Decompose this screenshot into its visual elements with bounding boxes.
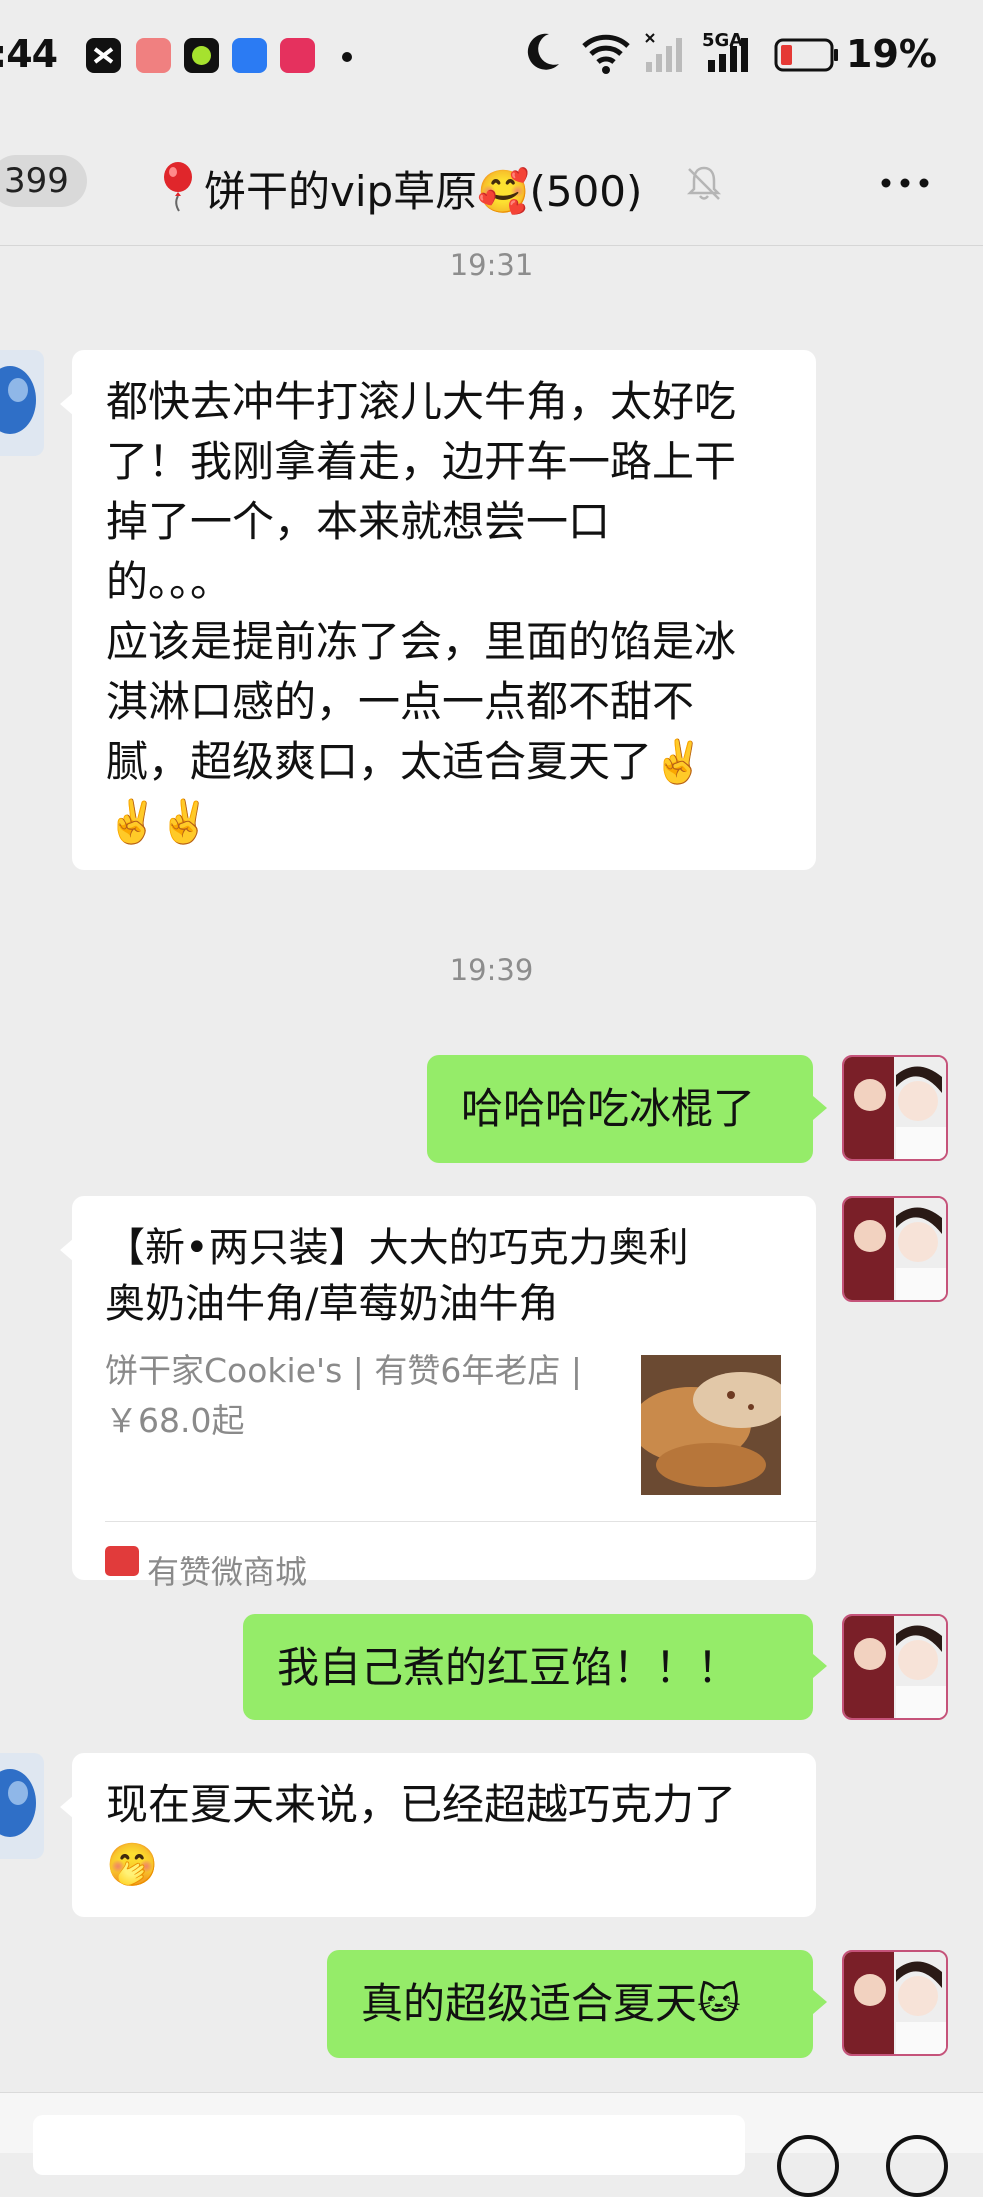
timestamp: 19:39 xyxy=(449,953,534,987)
card-divider xyxy=(105,1521,817,1522)
status-bar: :44 5GA 19% xyxy=(0,0,983,115)
bubble-tail xyxy=(813,1096,827,1120)
more-notifications-icon xyxy=(342,52,352,62)
message-line: 了！我刚拿着走，边开车一路上干 xyxy=(106,437,737,486)
my-avatar[interactable] xyxy=(842,1614,948,1720)
product-meta: 饼干家Cookie's | 有赞6年老店 | ￥68.0起 xyxy=(105,1346,605,1446)
signal-2-icon xyxy=(708,38,748,72)
message-line: 腻，超级爽口，太适合夏天了✌️ xyxy=(106,737,705,786)
back-unread-count[interactable]: 399 xyxy=(0,155,87,207)
signal-1-icon xyxy=(645,33,682,72)
red-app-icon xyxy=(280,38,315,73)
wifi-icon xyxy=(582,34,630,74)
product-title-line: 奥奶油牛角/草莓奶油牛角 xyxy=(105,1281,559,1327)
product-title: 【新•两只装】大大的巧克力奥利 奥奶油牛角/草莓奶油牛角 xyxy=(105,1220,785,1332)
my-avatar[interactable] xyxy=(842,1055,948,1161)
my-avatar[interactable] xyxy=(842,1196,948,1302)
sender-avatar[interactable] xyxy=(0,1753,44,1859)
blue-app-icon xyxy=(232,38,267,73)
message-line: 掉了一个，本来就想尝一口 xyxy=(106,497,611,546)
moon-icon xyxy=(527,33,559,70)
product-thumbnail xyxy=(641,1355,781,1495)
timestamp: 19:31 xyxy=(449,248,534,282)
bubble-tail xyxy=(813,1654,827,1678)
plus-button[interactable] xyxy=(886,2135,948,2197)
battery-percentage: 19% xyxy=(846,32,937,76)
chat-header: 399 饼干的vip草原🥰(500) xyxy=(0,115,983,246)
mute-bell-icon xyxy=(686,166,722,200)
bubble-tail xyxy=(60,1238,74,1262)
message-line: 的。。。 xyxy=(106,557,233,606)
group-title-text: 饼干的vip草原🥰(500) xyxy=(204,167,643,216)
message-input[interactable] xyxy=(33,2115,745,2175)
message-text: 我自己煮的红豆馅！！！ xyxy=(277,1643,740,1692)
message-line: 都快去冲牛打滚儿大牛角，太好吃 xyxy=(106,377,737,426)
message-line: 🤭 xyxy=(106,1840,159,1889)
message-line: 淇淋口感的，一点一点都不甜不 xyxy=(106,677,695,726)
capcut-app-icon xyxy=(86,38,121,73)
product-card[interactable]: 【新•两只装】大大的巧克力奥利 奥奶油牛角/草莓奶油牛角 饼干家Cookie's… xyxy=(72,1196,817,1591)
message-line: ✌️✌️ xyxy=(106,797,211,846)
message-text: 真的超级适合夏天🐱 xyxy=(361,1979,741,2028)
card-source-label: 有赞微商城 xyxy=(147,1553,308,1591)
bubble-tail xyxy=(813,1990,827,2014)
message-text: 哈哈哈吃冰棍了 xyxy=(461,1084,756,1133)
group-title[interactable]: 饼干的vip草原🥰(500) xyxy=(160,158,642,219)
message-bubble[interactable]: 真的超级适合夏天🐱 xyxy=(327,1950,813,2058)
message-bubble[interactable]: 都快去冲牛打滚儿大牛角，太好吃 了！我刚拿着走，边开车一路上干 掉了一个，本来就… xyxy=(72,350,816,870)
battery-icon xyxy=(774,38,838,72)
shop-info: 饼干家Cookie's | 有赞6年老店 | xyxy=(105,1351,582,1390)
message-line: 现在夏天来说，已经超越巧克力了 xyxy=(106,1780,737,1829)
message-bubble[interactable]: 哈哈哈吃冰棍了 xyxy=(427,1055,813,1163)
status-time: :44 xyxy=(0,32,58,76)
green-app-icon xyxy=(184,38,219,73)
my-avatar[interactable] xyxy=(842,1950,948,2056)
more-options-icon[interactable] xyxy=(880,173,930,193)
message-bubble[interactable]: 现在夏天来说，已经超越巧克力了 🤭 xyxy=(72,1753,816,1917)
youzan-mall-icon xyxy=(105,1546,139,1576)
input-bar xyxy=(0,2092,983,2197)
product-title-line: 【新•两只装】大大的巧克力奥利 xyxy=(105,1225,689,1271)
message-bubble[interactable]: 我自己煮的红豆馅！！！ xyxy=(243,1614,813,1720)
sender-avatar[interactable] xyxy=(0,350,44,456)
calendar-app-icon xyxy=(136,38,171,73)
product-price: ￥68.0起 xyxy=(105,1401,245,1440)
emoji-button[interactable] xyxy=(777,2135,839,2197)
message-line: 应该是提前冻了会，里面的馅是冰 xyxy=(106,617,737,666)
